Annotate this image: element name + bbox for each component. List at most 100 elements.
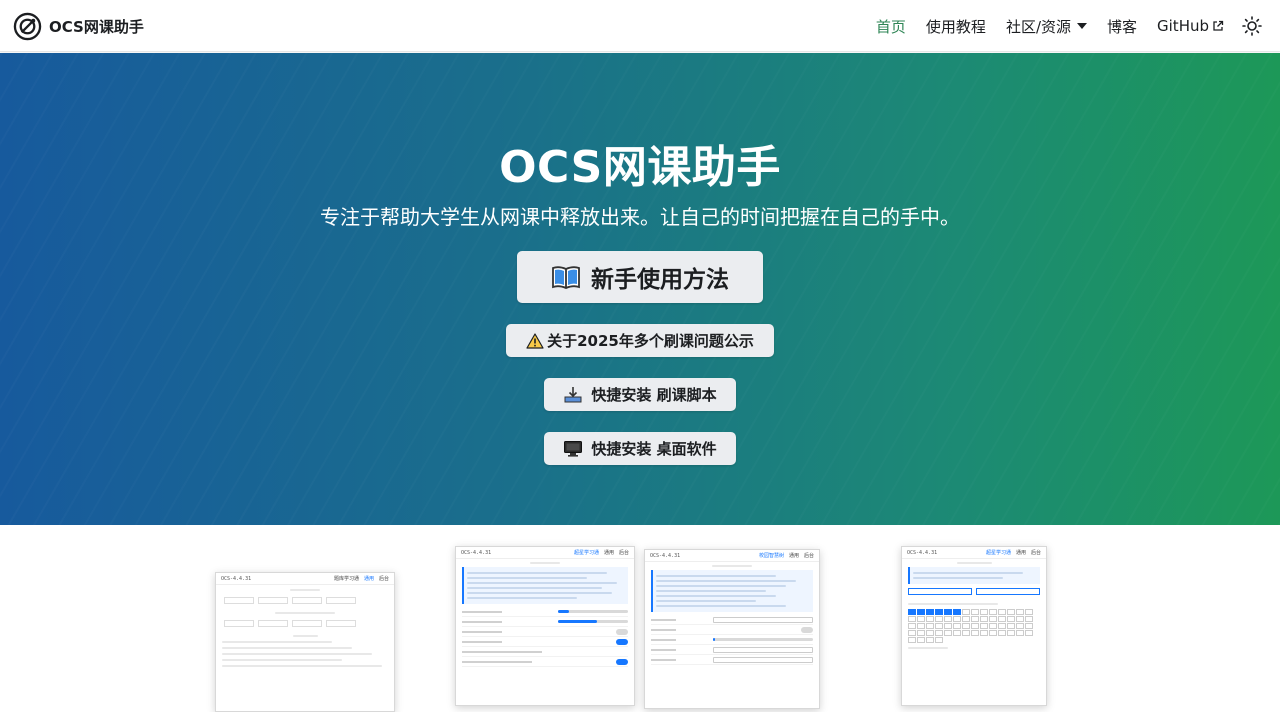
nav-items: 首页 使用教程 社区/资源 博客 GitHub <box>866 0 1264 52</box>
preview-grid-cell <box>971 616 979 622</box>
preview-grid-cell <box>1025 623 1033 629</box>
preview-grid-cell <box>935 637 943 643</box>
preview-grid-cell <box>944 623 952 629</box>
navbar: OCS网课助手 首页 使用教程 社区/资源 博客 GitHub <box>0 0 1280 52</box>
install-tray-icon <box>564 386 582 402</box>
preview-grid-cell <box>944 630 952 636</box>
nav-community-label: 社区/资源 <box>1005 17 1071 36</box>
preview-grid-cell <box>935 630 943 636</box>
preview-grid-cell <box>944 609 952 615</box>
preview-grid-cell <box>908 623 916 629</box>
guide-button[interactable]: 新手使用方法 <box>517 251 763 303</box>
preview-grid-cell <box>926 609 934 615</box>
preview-grid-cell <box>926 637 934 643</box>
preview-screenshot-4: OCS-4.4.31 超星学习通 通用 后台 <box>901 546 1047 706</box>
preview-grid-cell <box>953 616 961 622</box>
preview-tab: 校园智慧树 <box>758 553 784 559</box>
preview-tabs: 超星学习通 通用 后台 <box>574 549 629 556</box>
preview-grid-cell <box>1007 609 1015 615</box>
preview-header: OCS-4.4.31 校园智慧树 通用 后台 <box>645 550 819 562</box>
preview-tab: 超星学习通 <box>573 550 599 556</box>
brand[interactable]: OCS网课助手 <box>13 11 144 41</box>
nav-blog[interactable]: 博客 <box>1097 16 1147 37</box>
preview-grid-cell <box>1025 609 1033 615</box>
preview-grid-cell <box>935 623 943 629</box>
preview-grid-cell <box>917 623 925 629</box>
hero-title: OCS网课助手 <box>499 142 781 193</box>
hero-banner: OCS网课助手 专注于帮助大学生从网课中释放出来。让自己的时间把握在自己的手中。… <box>0 53 1280 525</box>
preview-screenshot-1: OCS-4.4.31 题库学习通 通用 后台 <box>215 572 395 712</box>
preview-question-grid <box>908 609 1040 643</box>
nav-home[interactable]: 首页 <box>866 16 916 37</box>
preview-version: OCS-4.4.31 <box>650 552 681 559</box>
external-link-icon <box>1213 20 1224 31</box>
preview-grid-cell <box>953 630 961 636</box>
preview-grid-cell <box>989 616 997 622</box>
preview-grid-cell <box>935 616 943 622</box>
preview-tab: 后台 <box>803 553 814 559</box>
preview-header: OCS-4.4.31 题库学习通 通用 后台 <box>216 573 394 585</box>
preview-grid-cell <box>962 616 970 622</box>
preview-grid-cell <box>980 616 988 622</box>
preview-tab: 通用 <box>788 553 799 559</box>
preview-grid-cell <box>1025 630 1033 636</box>
preview-grid-cell <box>980 630 988 636</box>
preview-grid-cell <box>1007 616 1015 622</box>
preview-grid-cell <box>962 630 970 636</box>
preview-tabs: 超星学习通 通用 后台 <box>986 549 1041 556</box>
preview-grid-cell <box>935 609 943 615</box>
sun-icon <box>1242 16 1262 36</box>
nav-tutorial[interactable]: 使用教程 <box>916 16 996 37</box>
preview-screenshot-2: OCS-4.4.31 超星学习通 通用 后台 <box>455 546 635 706</box>
preview-tabs: 题库学习通 通用 后台 <box>334 575 389 582</box>
preview-tab: 通用 <box>1015 550 1026 556</box>
preview-grid-cell <box>917 637 925 643</box>
preview-tabs: 校园智慧树 通用 后台 <box>759 552 814 559</box>
preview-grid-cell <box>953 609 961 615</box>
preview-grid-cell <box>998 630 1006 636</box>
warning-icon <box>526 332 544 349</box>
preview-version: OCS-4.4.31 <box>461 549 492 556</box>
preview-grid-cell <box>1016 609 1024 615</box>
install-desktop-label: 快捷安装 桌面软件 <box>591 440 717 458</box>
preview-grid-cell <box>926 616 934 622</box>
preview-grid-cell <box>917 616 925 622</box>
preview-grid-cell <box>980 609 988 615</box>
preview-tab: 通用 <box>603 550 614 556</box>
preview-grid-cell <box>989 609 997 615</box>
preview-grid-cell <box>953 623 961 629</box>
preview-tab: 后台 <box>1030 550 1041 556</box>
guide-button-label: 新手使用方法 <box>591 267 729 293</box>
preview-grid-cell <box>989 630 997 636</box>
install-script-button[interactable]: 快捷安装 刷课脚本 <box>544 378 736 411</box>
monitor-icon <box>564 440 583 457</box>
theme-toggle-button[interactable] <box>1240 14 1264 38</box>
preview-grid-cell <box>989 623 997 629</box>
preview-version: OCS-4.4.31 <box>221 575 252 582</box>
install-desktop-button[interactable]: 快捷安装 桌面软件 <box>544 432 736 465</box>
install-script-label: 快捷安装 刷课脚本 <box>591 386 717 404</box>
preview-grid-cell <box>926 623 934 629</box>
notice-button[interactable]: 关于2025年多个刷课问题公示 <box>506 324 774 357</box>
preview-grid-cell <box>962 623 970 629</box>
preview-grid-cell <box>1016 623 1024 629</box>
preview-grid-cell <box>917 630 925 636</box>
preview-grid-cell <box>998 616 1006 622</box>
preview-grid-cell <box>1007 623 1015 629</box>
preview-grid-cell <box>908 616 916 622</box>
preview-grid-cell <box>908 609 916 615</box>
nav-community-dropdown[interactable]: 社区/资源 <box>996 16 1097 37</box>
preview-grid-cell <box>926 630 934 636</box>
preview-grid-cell <box>998 609 1006 615</box>
preview-grid-cell <box>908 637 916 643</box>
preview-grid-cell <box>1016 630 1024 636</box>
preview-grid-cell <box>1016 616 1024 622</box>
preview-grid-cell <box>971 623 979 629</box>
preview-header: OCS-4.4.31 超星学习通 通用 后台 <box>456 547 634 559</box>
preview-grid-cell <box>908 630 916 636</box>
preview-grid-cell <box>998 623 1006 629</box>
nav-github[interactable]: GitHub <box>1147 17 1234 35</box>
preview-grid-cell <box>917 609 925 615</box>
preview-tab: 题库学习通 <box>333 576 359 582</box>
preview-header: OCS-4.4.31 超星学习通 通用 后台 <box>902 547 1046 559</box>
